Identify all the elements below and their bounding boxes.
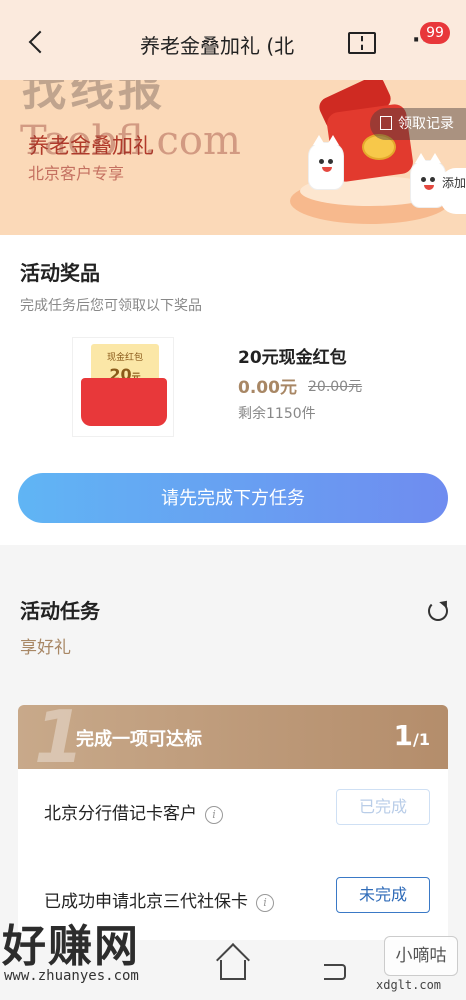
top-bar: 养老金叠加礼 (北 ··· 99 [0,0,466,80]
tasks-heading: 活动任务 [20,599,100,623]
watermark-url: Taobfl.com [20,118,241,164]
info-icon[interactable]: i [205,806,223,824]
watermark-badge: 小嘀咕 [384,936,458,976]
watermark-text: 找线报 [22,80,166,116]
lucky-cat-illustration [308,142,344,190]
task-group-progress: 1/1 [394,719,430,752]
prize-original-price: 20.00元 [308,379,363,395]
prize-name: 20元现金红包 [238,348,347,368]
task-label: 北京分行借记卡客户 [44,804,197,824]
watermark-logo-text: 好赚网 [2,921,140,972]
tasks-subheading: 享好礼 [20,638,71,658]
task-status-button: 已完成 [336,789,430,825]
task-group-title: 完成一项可达标 [76,729,202,750]
task-row: 北京分行借记卡客户 i 已完成 [18,769,448,849]
add-shortcut-button[interactable]: 添加 [440,168,466,214]
claim-record-button[interactable]: 领取记录 [370,108,466,140]
rewards-subheading: 完成任务后您可领取以下奖品 [20,298,202,314]
info-icon[interactable]: i [256,894,274,912]
back-chevron-icon[interactable] [22,28,52,58]
watermark-url: xdglt.com [376,978,442,992]
red-envelope-illustration [81,378,167,426]
rewards-heading: 活动奖品 [20,261,100,285]
banner-subtitle: 北京客户专享 [28,164,125,183]
prize-image: 现金红包 20元 [72,337,174,437]
notification-badge: 99 [420,22,450,44]
card-label: 现金红包 [106,353,143,363]
task-status-button[interactable]: 未完成 [336,877,430,913]
add-shortcut-label: 添加 [442,176,466,190]
prize-price: 0.00元 [238,378,297,398]
task-label: 已成功申请北京三代社保卡 [44,892,248,912]
back-icon[interactable] [324,964,346,980]
task-group-header: 1 完成一项可达标 1/1 [18,705,448,779]
promo-banner: 找线报 养老金叠加礼 Taobfl.com 北京客户专享 领取记录 添加 [0,80,466,235]
claim-record-label: 领取记录 [398,116,454,132]
progress-total: /1 [413,730,430,749]
ticket-icon[interactable] [348,32,376,54]
document-icon [380,116,392,130]
refresh-icon[interactable] [428,601,448,621]
rewards-section: 活动奖品 完成任务后您可领取以下奖品 现金红包 20元 20元现金红包 0.00… [0,235,466,545]
prize-stock: 剩余1150件 [238,406,316,422]
home-icon[interactable] [220,960,246,980]
page-title: 养老金叠加礼 (北 [140,34,295,58]
watermark-url: www.zhuanyes.com [4,968,139,984]
complete-tasks-button[interactable]: 请先完成下方任务 [18,473,448,523]
progress-done: 1 [393,719,414,752]
